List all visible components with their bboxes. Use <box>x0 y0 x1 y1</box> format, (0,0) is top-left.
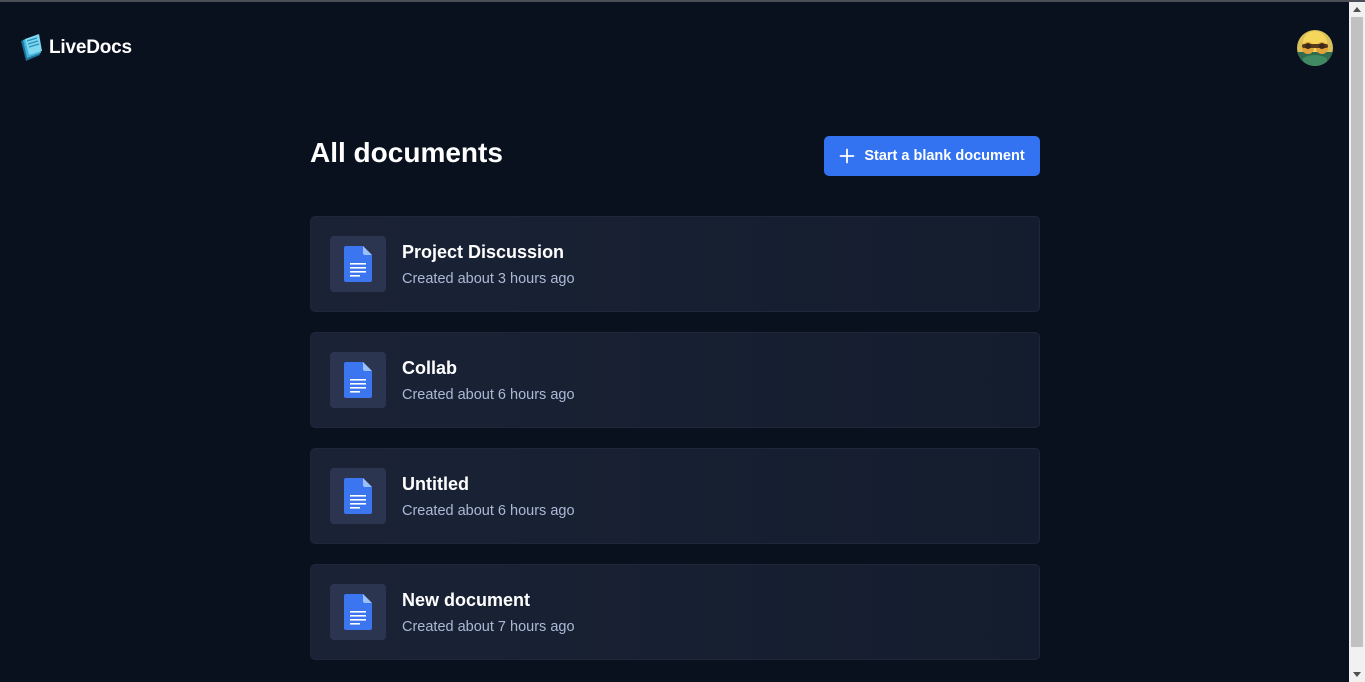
document-created: Created about 6 hours ago <box>402 502 575 519</box>
document-title: Collab <box>402 357 458 378</box>
document-thumbnail <box>330 352 386 408</box>
document-text: Collab Created about 6 hours ago <box>402 357 575 404</box>
document-item[interactable]: Project Discussion Created about 3 hours… <box>310 216 1040 312</box>
document-title: Project Discussion <box>402 241 565 262</box>
document-icon <box>344 478 372 514</box>
logo-link[interactable]: LiveDocs <box>18 33 132 63</box>
document-icon <box>344 362 372 398</box>
start-blank-document-label: Start a blank document <box>864 148 1025 164</box>
document-thumbnail <box>330 584 386 640</box>
document-list: Project Discussion Created about 3 hours… <box>310 216 1040 660</box>
document-thumbnail <box>330 468 386 524</box>
app-header: LiveDocs <box>0 2 1349 94</box>
document-thumbnail <box>330 236 386 292</box>
document-icon <box>344 246 372 282</box>
document-item[interactable]: Collab Created about 6 hours ago <box>310 332 1040 428</box>
user-avatar[interactable] <box>1297 30 1333 66</box>
scroll-down-arrow-icon[interactable] <box>1349 667 1365 682</box>
document-created: Created about 7 hours ago <box>402 618 575 635</box>
avatar-image-icon <box>1297 30 1333 66</box>
document-created: Created about 3 hours ago <box>402 270 575 287</box>
plus-icon <box>839 148 855 164</box>
document-title: New document <box>402 589 531 610</box>
document-icon <box>344 594 372 630</box>
documents-section: All documents Start a blank document Pro… <box>310 94 1040 680</box>
scroll-up-arrow-icon[interactable] <box>1349 2 1365 17</box>
document-text: Project Discussion Created about 3 hours… <box>402 241 575 288</box>
document-text: New document Created about 7 hours ago <box>402 589 575 636</box>
document-item[interactable]: New document Created about 7 hours ago <box>310 564 1040 660</box>
livedocs-logo-icon <box>21 34 42 61</box>
document-created: Created about 6 hours ago <box>402 386 575 403</box>
app-name: LiveDocs <box>49 37 132 58</box>
page-title: All documents <box>310 137 503 168</box>
start-blank-document-button[interactable]: Start a blank document <box>824 136 1040 176</box>
document-title: Untitled <box>402 473 469 494</box>
document-text: Untitled Created about 6 hours ago <box>402 473 575 520</box>
title-row: All documents Start a blank document <box>310 94 1040 200</box>
vertical-scrollbar[interactable] <box>1349 2 1365 682</box>
document-item[interactable]: Untitled Created about 6 hours ago <box>310 448 1040 544</box>
scrollbar-thumb[interactable] <box>1351 17 1363 647</box>
